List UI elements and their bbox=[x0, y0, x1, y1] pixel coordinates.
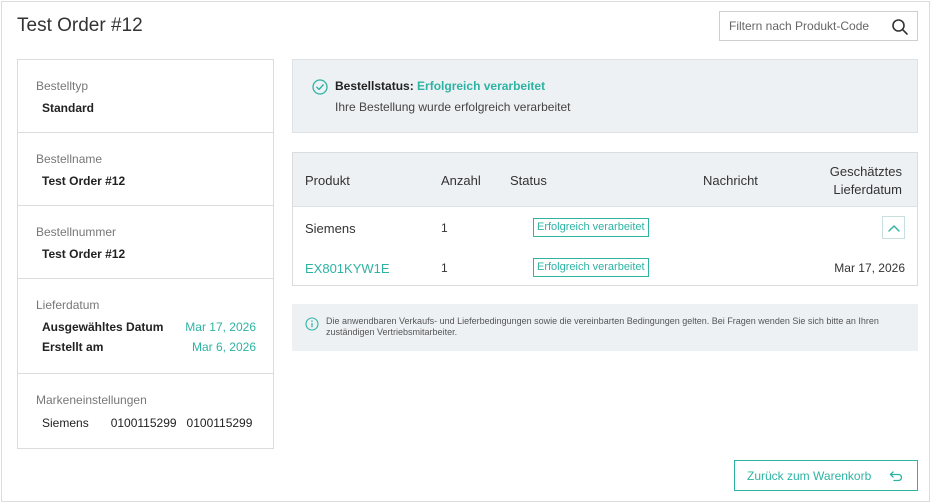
order-number-value: Test Order #12 bbox=[42, 247, 126, 261]
check-circle-icon bbox=[312, 79, 328, 95]
terms-info-text: Die anwendbaren Verkaufs- und Lieferbedi… bbox=[326, 316, 879, 337]
created-date-row: Erstellt am Mar 6, 2026 bbox=[42, 340, 273, 354]
info-icon bbox=[305, 317, 319, 331]
product-code-link[interactable]: EX801KYW1E bbox=[305, 261, 390, 276]
brand-settings-label: Markeneinstellungen bbox=[36, 393, 147, 407]
delivery-date-label: Lieferdatum bbox=[36, 298, 100, 312]
row-delivery-date: Mar 17, 2026 bbox=[834, 261, 905, 275]
header-date-line1: Geschätztes bbox=[829, 164, 902, 179]
status-badge: Erfolgreich verarbeitet bbox=[533, 258, 649, 277]
brand-row: Siemens 0100115299 0100115299 bbox=[42, 416, 273, 430]
return-arrow-icon bbox=[889, 471, 903, 482]
header-date-line2: Lieferdatum bbox=[833, 182, 902, 197]
search-input[interactable] bbox=[729, 19, 889, 33]
row-product: Siemens bbox=[305, 221, 356, 236]
header-message: Nachricht bbox=[703, 173, 758, 188]
order-type-value: Standard bbox=[42, 101, 95, 115]
terms-info-panel: Die anwendbaren Verkaufs- und Lieferbedi… bbox=[292, 304, 918, 351]
page-title: Test Order #12 bbox=[17, 15, 143, 36]
row-quantity: 1 bbox=[441, 221, 448, 235]
brand-code-2: 0100115299 bbox=[186, 416, 253, 430]
status-message: Ihre Bestellung wurde erfolgreich verarb… bbox=[335, 100, 571, 114]
brand-settings-section: Markeneinstellungen Siemens 0100115299 0… bbox=[18, 374, 273, 446]
back-to-cart-label: Zurück zum Warenkorb bbox=[747, 468, 872, 483]
header-status: Status bbox=[510, 173, 547, 188]
selected-date-label: Ausgewähltes Datum bbox=[42, 320, 164, 334]
order-status-panel: Bestellstatus: Erfolgreich verarbeitet I… bbox=[292, 59, 918, 133]
table-row: EX801KYW1E 1 Erfolgreich verarbeitet Mar… bbox=[293, 248, 917, 286]
row-quantity: 1 bbox=[441, 261, 448, 275]
delivery-date-section: Lieferdatum Ausgewähltes Datum Mar 17, 2… bbox=[18, 279, 273, 374]
order-items-table: Produkt Anzahl Status Nachricht Geschätz… bbox=[292, 152, 918, 286]
order-type-label: Bestelltyp bbox=[36, 79, 89, 93]
status-badge: Erfolgreich verarbeitet bbox=[533, 218, 649, 237]
header-product: Produkt bbox=[305, 173, 350, 188]
back-to-cart-button[interactable]: Zurück zum Warenkorb bbox=[734, 460, 918, 491]
header-quantity: Anzahl bbox=[441, 173, 481, 188]
table-row: Siemens 1 Erfolgreich verarbeitet bbox=[293, 208, 917, 246]
order-name-label: Bestellname bbox=[36, 152, 103, 166]
order-name-value: Test Order #12 bbox=[42, 174, 126, 188]
search-icon[interactable] bbox=[891, 18, 909, 36]
selected-date-row: Ausgewähltes Datum Mar 17, 2026 bbox=[42, 320, 273, 334]
status-value: Erfolgreich verarbeitet bbox=[417, 79, 546, 93]
collapse-button[interactable] bbox=[882, 216, 905, 239]
status-label: Bestellstatus: bbox=[335, 79, 414, 93]
chevron-up-icon bbox=[887, 224, 900, 232]
selected-date-value: Mar 17, 2026 bbox=[185, 320, 256, 334]
created-date-value: Mar 6, 2026 bbox=[191, 340, 256, 354]
order-number-section: Bestellnummer Test Order #12 bbox=[18, 206, 273, 279]
header-estimated-delivery: Geschätztes Lieferdatum bbox=[830, 163, 902, 199]
order-details-sidebar: Bestelltyp Standard Bestellname Test Ord… bbox=[17, 59, 274, 449]
brand-name: Siemens bbox=[42, 416, 89, 430]
table-header: Produkt Anzahl Status Nachricht Geschätz… bbox=[293, 153, 917, 207]
page-frame: Test Order #12 Bestelltyp Standard Beste… bbox=[1, 1, 930, 502]
order-number-label: Bestellnummer bbox=[36, 225, 117, 239]
brand-code-1: 0100115299 bbox=[110, 416, 177, 430]
created-date-label: Erstellt am bbox=[42, 340, 104, 354]
search-box[interactable] bbox=[719, 11, 918, 41]
order-type-section: Bestelltyp Standard bbox=[18, 60, 273, 133]
order-name-section: Bestellname Test Order #12 bbox=[18, 133, 273, 206]
status-line: Bestellstatus: Erfolgreich verarbeitet bbox=[335, 79, 545, 93]
